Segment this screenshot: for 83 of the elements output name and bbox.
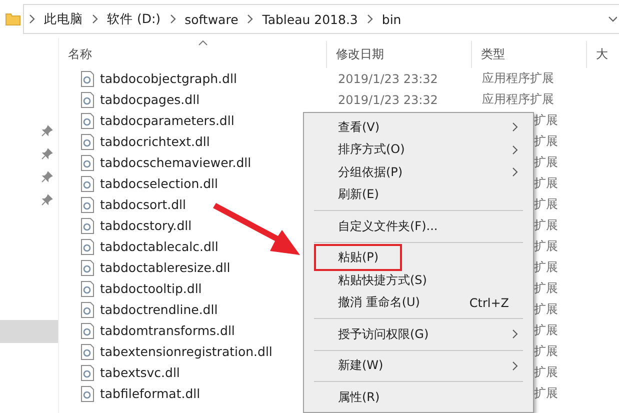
file-name[interactable]: tabdocpages.dll — [100, 92, 200, 107]
file-name[interactable]: tabdocparameters.dll — [100, 113, 234, 128]
file-icon — [81, 112, 94, 128]
file-name[interactable]: tabdocobjectgraph.dll — [100, 71, 237, 86]
file-name[interactable]: tabdoctablecalc.dll — [100, 239, 218, 254]
file-name[interactable]: tabdocschemaviewer.dll — [100, 155, 252, 170]
menu-item[interactable]: 授予访问权限(G) — [304, 323, 533, 346]
menu-item[interactable]: 排序方式(O) — [304, 138, 533, 161]
file-icon — [81, 344, 94, 360]
file-name[interactable]: tabdocstory.dll — [100, 218, 192, 233]
chevron-icon — [246, 14, 254, 24]
column-header[interactable]: 类型 — [472, 46, 505, 63]
sort-caret-icon[interactable] — [198, 40, 208, 46]
file-name[interactable]: tabextensionregistration.dll — [100, 344, 272, 359]
file-type: 应用程序扩展 — [482, 70, 554, 87]
file-type: 扩展 — [534, 154, 558, 171]
file-type: 应用程序扩展 — [482, 91, 554, 108]
file-icon — [81, 92, 94, 108]
file-type: 扩展 — [534, 301, 558, 318]
file-type: 扩展 — [534, 343, 558, 360]
menu-item[interactable]: 自定义文件夹(F)... — [304, 215, 533, 238]
menu-item[interactable]: 分组依据(P) — [304, 161, 533, 184]
pin-icon[interactable] — [41, 194, 53, 206]
file-type: 扩展 — [534, 196, 558, 213]
column-header[interactable]: 修改日期 — [327, 46, 384, 63]
file-icon — [81, 386, 94, 402]
chevron-icon — [91, 14, 99, 24]
dropdown-icon[interactable] — [607, 14, 617, 24]
file-name[interactable]: tabdomtransforms.dll — [100, 323, 235, 338]
menu-item[interactable]: 新建(W) — [304, 354, 533, 377]
file-name[interactable]: tabdoctrendline.dll — [100, 302, 218, 317]
file-name[interactable]: tabdocrichtext.dll — [100, 134, 210, 149]
file-icon — [81, 176, 94, 192]
file-type: 扩展 — [534, 175, 558, 192]
chevron-icon — [366, 14, 374, 24]
menu-item[interactable]: 撤消 重命名(U) Ctrl+Z — [304, 292, 533, 314]
file-type: 扩展 — [534, 112, 558, 129]
menu-item[interactable]: 粘贴(P) — [304, 246, 533, 269]
file-type: 扩展 — [534, 364, 558, 381]
file-name[interactable]: tabfileformat.dll — [100, 386, 200, 401]
file-type: 扩展 — [534, 280, 558, 297]
file-icon — [81, 238, 94, 254]
breadcrumb[interactable]: bin — [374, 12, 410, 26]
file-icon — [81, 260, 94, 276]
breadcrumb[interactable]: 此电脑 — [36, 10, 91, 28]
file-type: 扩展 — [534, 385, 558, 402]
file-type: 扩展 — [534, 238, 558, 255]
menu-item[interactable]: 刷新(E) — [304, 184, 533, 206]
modified-date: 2019/1/23 23:32 — [337, 72, 439, 86]
file-type: 扩展 — [534, 133, 558, 150]
file-name[interactable]: tabdoctooltip.dll — [100, 281, 202, 296]
file-name[interactable]: tabdocselection.dll — [100, 176, 218, 191]
file-icon — [81, 364, 94, 380]
pin-icon[interactable] — [41, 125, 53, 137]
file-icon — [81, 70, 94, 86]
file-type: 扩展 — [534, 322, 558, 339]
breadcrumb[interactable]: software — [176, 12, 246, 26]
folder-icon — [5, 11, 21, 27]
file-icon — [81, 280, 94, 296]
pin-icon[interactable] — [41, 148, 53, 160]
breadcrumb[interactable]: Tableau 2018.3 — [254, 12, 366, 26]
address-bar[interactable]: 此电脑 软件 (D:) software Tableau 2018.3 bin — [23, 4, 619, 34]
menu-item[interactable]: 查看(V) — [304, 116, 533, 138]
menu-item[interactable]: 属性(R) — [304, 386, 533, 408]
file-icon — [81, 218, 94, 234]
file-type: 扩展 — [534, 217, 558, 234]
pin-icon[interactable] — [41, 171, 53, 183]
column-header[interactable]: 大 — [587, 46, 608, 63]
column-header[interactable]: 名称 — [59, 46, 92, 63]
file-icon — [81, 302, 94, 318]
chevron-icon — [28, 14, 36, 24]
file-icon — [81, 154, 94, 170]
file-icon — [81, 322, 94, 338]
file-icon — [81, 196, 94, 212]
file-name[interactable]: tabdocsort.dll — [100, 197, 186, 212]
file-icon — [81, 134, 94, 150]
chevron-icon — [168, 14, 177, 24]
menu-item[interactable]: 粘贴快捷方式(S) — [304, 269, 533, 292]
file-name[interactable]: tabextsvc.dll — [100, 365, 180, 380]
breadcrumb[interactable]: 软件 (D:) — [99, 10, 169, 28]
file-type: 扩展 — [534, 259, 558, 276]
modified-date: 2019/1/23 23:32 — [337, 92, 439, 106]
file-name[interactable]: tabdoctableresize.dll — [100, 260, 230, 275]
